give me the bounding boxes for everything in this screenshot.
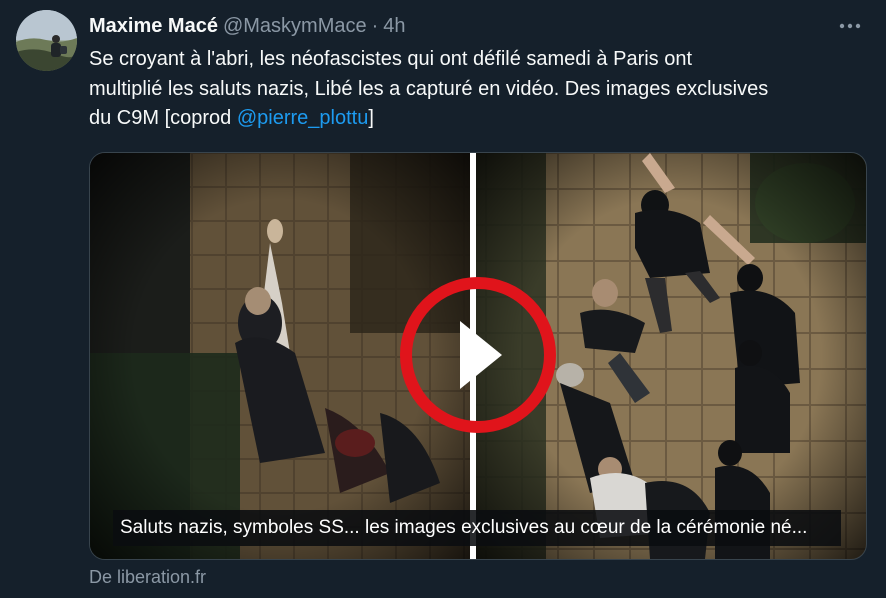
avatar[interactable]	[16, 10, 77, 71]
tweet-text-line-3: du C9M [coprod @pierre_plottu]	[89, 104, 879, 134]
video-thumbnail	[90, 153, 866, 559]
tweet-text-line-1: Se croyant à l'abri, les néofascistes qu…	[89, 48, 693, 70]
more-options-button[interactable]	[836, 14, 864, 38]
link-source[interactable]: De liberation.fr	[89, 567, 206, 588]
tweet-text: Se croyant à l'abri, les néofascistes qu…	[89, 45, 879, 134]
mention-link[interactable]: @pierre_plottu	[237, 107, 368, 129]
tweet: Maxime Macé @MaskymMace · 4h Se croyant …	[0, 0, 886, 598]
author-handle[interactable]: @MaskymMace	[223, 15, 367, 38]
more-horizontal-icon	[839, 23, 861, 29]
separator-dot: ·	[371, 14, 379, 37]
author-display-name[interactable]: Maxime Macé	[89, 15, 218, 38]
tweet-text-line-3-prefix: du C9M [coprod	[89, 107, 237, 129]
tweet-timestamp[interactable]: 4h	[383, 15, 405, 38]
video-card[interactable]: Saluts nazis, symboles SS... les images …	[89, 152, 867, 560]
video-title[interactable]: Saluts nazis, symboles SS... les images …	[113, 510, 841, 546]
avatar-image	[16, 10, 77, 71]
tweet-text-line-3-suffix: ]	[368, 107, 374, 129]
tweet-text-line-2: multiplié les saluts nazis, Libé les a c…	[89, 77, 769, 100]
tweet-header: Maxime Macé @MaskymMace · 4h	[89, 12, 866, 40]
